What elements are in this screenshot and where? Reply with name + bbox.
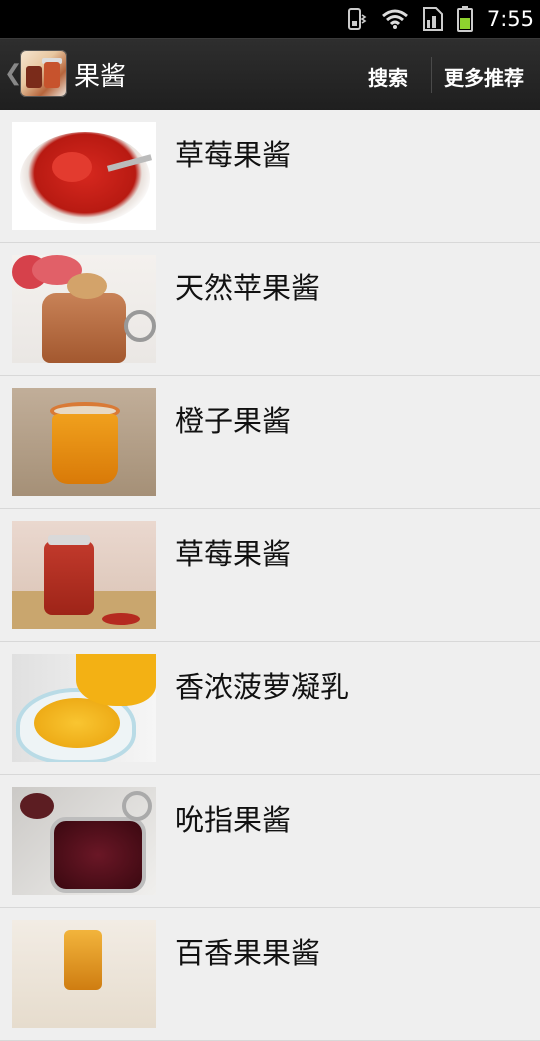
list-item[interactable]: 天然苹果酱 <box>0 243 540 376</box>
recipe-title: 天然苹果酱 <box>175 271 321 305</box>
recipe-thumbnail <box>12 255 156 363</box>
list-item[interactable]: 百香果果酱 <box>0 908 540 1041</box>
recipe-thumbnail <box>12 388 156 496</box>
list-item[interactable]: 草莓果酱 <box>0 509 540 642</box>
action-bar: ❮ 果酱 搜索 更多推荐 <box>0 38 540 114</box>
recipe-title: 橙子果酱 <box>175 404 292 438</box>
list-item[interactable]: 草莓果酱 <box>0 110 540 243</box>
wifi-icon <box>381 8 409 30</box>
recipe-thumbnail <box>12 521 156 629</box>
list-item[interactable]: 香浓菠萝凝乳 <box>0 642 540 775</box>
search-button[interactable]: 搜索 <box>368 62 408 91</box>
more-recommend-button[interactable]: 更多推荐 <box>444 62 524 91</box>
vibrate-icon <box>345 7 369 31</box>
sim-signal-icon <box>421 6 445 32</box>
recipe-title: 草莓果酱 <box>175 138 292 172</box>
recipe-title: 香浓菠萝凝乳 <box>175 670 350 704</box>
recipe-title: 吮指果酱 <box>175 803 292 837</box>
action-divider <box>431 57 432 93</box>
status-bar: 7:55 <box>0 0 540 38</box>
clock: 7:55 <box>486 7 534 31</box>
recipe-thumbnail <box>12 920 156 1028</box>
list-item[interactable]: 吮指果酱 <box>0 775 540 908</box>
battery-icon <box>456 6 473 32</box>
app-logo[interactable] <box>20 50 67 97</box>
recipe-thumbnail <box>12 122 156 230</box>
status-icons: 7:55 <box>345 0 534 38</box>
recipe-thumbnail <box>12 787 156 895</box>
recipe-thumbnail <box>12 654 156 762</box>
recipe-title: 草莓果酱 <box>175 537 292 571</box>
page-title: 果酱 <box>74 62 127 92</box>
list-item[interactable]: 橙子果酱 <box>0 376 540 509</box>
recipe-title: 百香果果酱 <box>175 936 321 970</box>
